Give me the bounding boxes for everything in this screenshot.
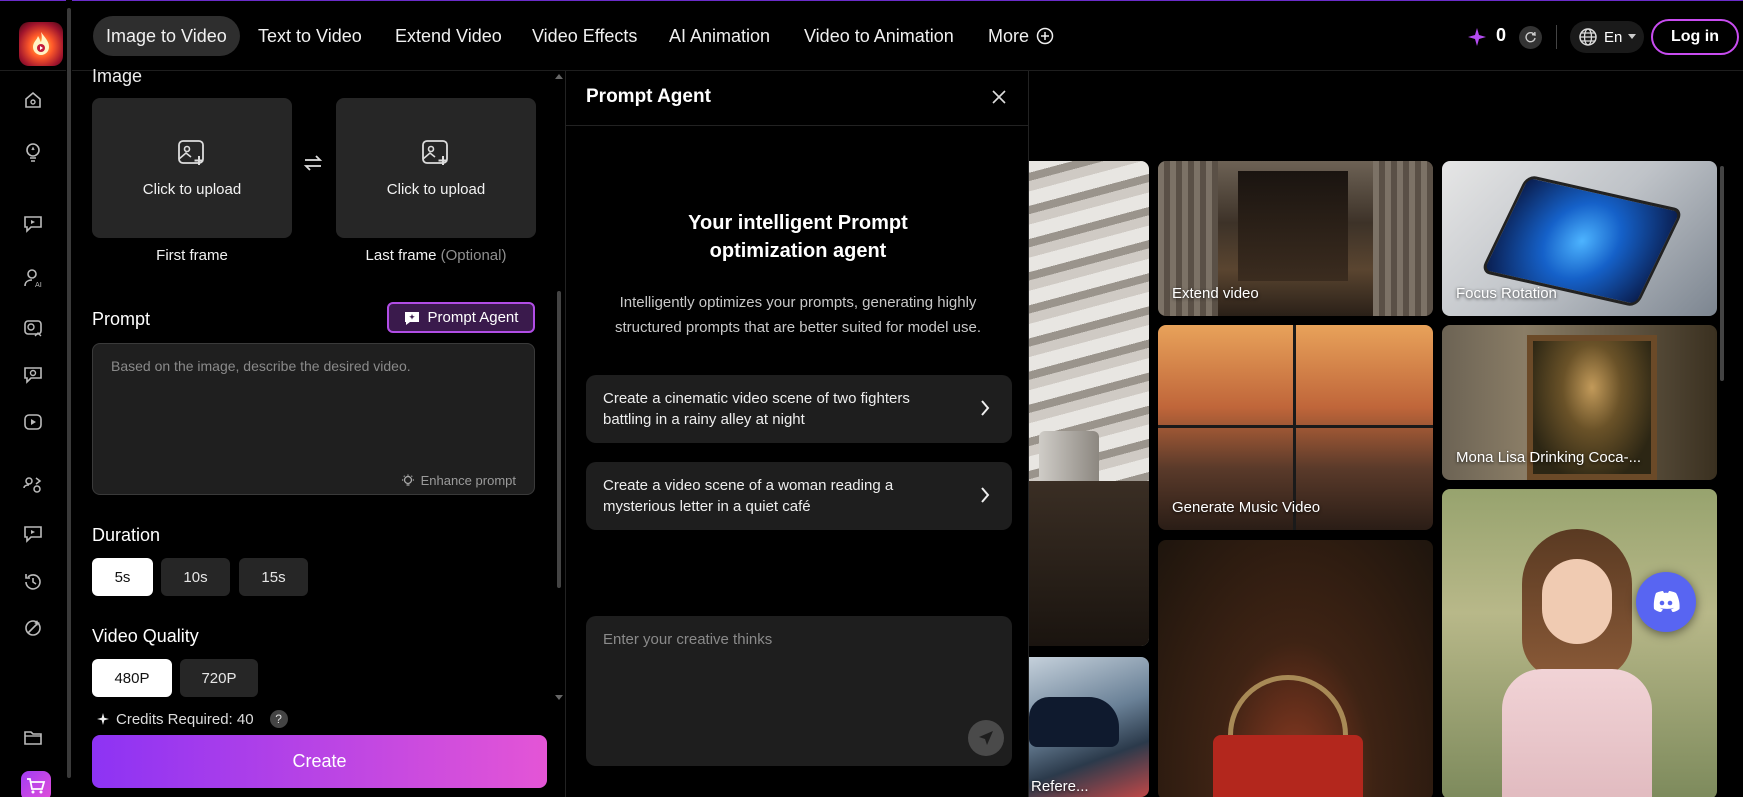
generation-panel: Image Click to upload Click to upload Fi… xyxy=(72,66,565,797)
prompt-agent-panel: Prompt Agent Your intelligent Prompt opt… xyxy=(565,71,1029,797)
play-box-icon[interactable] xyxy=(22,411,44,433)
tab-ai-animation[interactable]: AI Animation xyxy=(656,16,783,56)
chevron-right-icon xyxy=(980,399,990,417)
agent-panel-title: Prompt Agent xyxy=(586,86,711,107)
agent-description: Intelligently optimizes your prompts, ge… xyxy=(614,294,981,336)
tab-image-to-video[interactable]: Image to Video xyxy=(93,16,240,56)
agent-chat-icon xyxy=(404,310,420,326)
agent-headline: Your intelligent Prompt optimization age… xyxy=(688,212,908,262)
lightbulb-icon[interactable] xyxy=(22,141,44,163)
tab-more[interactable]: More xyxy=(975,16,1067,56)
gallery-card[interactable]: Generate Music Video xyxy=(1158,325,1433,530)
add-image-icon xyxy=(177,139,207,167)
prompt-placeholder: Based on the image, describe the desired… xyxy=(111,358,411,374)
agent-prompt-input[interactable]: Enter your creative thinks xyxy=(586,616,1012,766)
gallery-card[interactable]: Extend video xyxy=(1158,161,1433,316)
gallery-card[interactable]: Mona Lisa Drinking Coca-... xyxy=(1442,325,1717,480)
enhance-prompt-button[interactable]: Enhance prompt xyxy=(401,473,516,488)
login-button[interactable]: Log in xyxy=(1651,19,1739,55)
language-selector[interactable]: En xyxy=(1570,21,1645,53)
close-icon[interactable] xyxy=(992,90,1006,104)
globe-icon xyxy=(1578,27,1598,47)
ai-avatar-icon[interactable]: AI xyxy=(22,267,44,289)
credits-required: Credits Required: 40 ? xyxy=(96,710,288,728)
image-section-label: Image xyxy=(92,66,143,86)
caret-down-icon xyxy=(1628,34,1637,40)
prompt-textarea[interactable]: Based on the image, describe the desired… xyxy=(92,343,535,495)
tab-extend-video[interactable]: Extend Video xyxy=(382,16,515,56)
lightbulb-icon xyxy=(401,474,415,488)
send-icon xyxy=(977,729,995,747)
svg-text:AI: AI xyxy=(35,281,42,289)
refresh-credits-button[interactable] xyxy=(1519,26,1542,49)
chevron-right-icon xyxy=(980,486,990,504)
discord-icon xyxy=(1650,590,1682,614)
tab-text-to-video[interactable]: Text to Video xyxy=(245,16,375,56)
magic-icon[interactable] xyxy=(22,617,44,639)
prompt-label: Prompt xyxy=(92,309,151,329)
gallery-card[interactable]: Focus Rotation xyxy=(1442,161,1717,316)
image-video-icon[interactable] xyxy=(22,317,44,339)
agent-input-placeholder: Enter your creative thinks xyxy=(603,631,773,648)
tab-video-to-animation[interactable]: Video to Animation xyxy=(791,16,967,56)
duration-10s-button[interactable]: 10s xyxy=(161,558,230,596)
home-icon[interactable] xyxy=(22,89,44,111)
duration-label: Duration xyxy=(92,525,161,545)
plus-circle-icon xyxy=(1036,27,1054,45)
last-frame-upload[interactable]: Click to upload xyxy=(336,98,536,238)
sparkle-icon xyxy=(1466,26,1488,48)
discord-button[interactable] xyxy=(1636,572,1696,632)
replay-chat-icon[interactable] xyxy=(22,522,44,544)
suggestion-item[interactable]: Create a cinematic video scene of two fi… xyxy=(586,375,1012,443)
sparkle-icon xyxy=(96,712,110,726)
first-frame-label: First frame xyxy=(156,247,228,264)
gallery-card[interactable] xyxy=(1029,161,1149,646)
panel-scrollbar[interactable] xyxy=(554,71,564,711)
tab-video-effects[interactable]: Video Effects xyxy=(519,16,650,56)
send-button[interactable] xyxy=(968,720,1004,756)
video-chat-icon[interactable] xyxy=(22,363,44,385)
app-logo[interactable] xyxy=(19,22,63,66)
swap-frames-icon[interactable] xyxy=(302,153,324,173)
cart-button[interactable] xyxy=(21,771,51,797)
gallery-card[interactable]: Refere... xyxy=(1029,657,1149,797)
duration-15s-button[interactable]: 15s xyxy=(239,558,308,596)
history-icon[interactable] xyxy=(22,571,44,593)
add-image-icon xyxy=(421,139,451,167)
sidebar: AI xyxy=(0,71,66,797)
quality-720p-button[interactable]: 720P xyxy=(180,659,258,697)
divider xyxy=(566,125,1028,126)
quality-480p-button[interactable]: 480P xyxy=(92,659,172,697)
create-button[interactable]: Create xyxy=(92,735,547,788)
top-bar: Image to Video Text to Video Extend Vide… xyxy=(0,0,1743,71)
chat-video-icon[interactable] xyxy=(22,212,44,234)
help-icon[interactable]: ? xyxy=(269,710,288,728)
gallery-card[interactable] xyxy=(1442,489,1717,797)
divider xyxy=(1556,25,1557,49)
prompt-agent-button[interactable]: Prompt Agent xyxy=(387,302,535,333)
refresh-icon xyxy=(1524,31,1537,44)
first-frame-upload[interactable]: Click to upload xyxy=(92,98,292,238)
template-gallery: Refere... Extend video Generate Music Vi… xyxy=(1029,71,1743,797)
suggestion-item[interactable]: Create a video scene of a woman reading … xyxy=(586,462,1012,530)
credit-count: 0 xyxy=(1496,25,1507,45)
cart-icon xyxy=(26,777,46,795)
video-quality-label: Video Quality xyxy=(92,626,199,646)
duration-5s-button[interactable]: 5s xyxy=(92,558,153,596)
gallery-card[interactable] xyxy=(1158,540,1433,797)
swap-people-icon[interactable] xyxy=(22,475,44,497)
last-frame-label: Last frame (Optional) xyxy=(365,247,507,264)
gallery-scrollbar[interactable] xyxy=(1717,71,1727,797)
folder-icon[interactable] xyxy=(22,726,44,748)
